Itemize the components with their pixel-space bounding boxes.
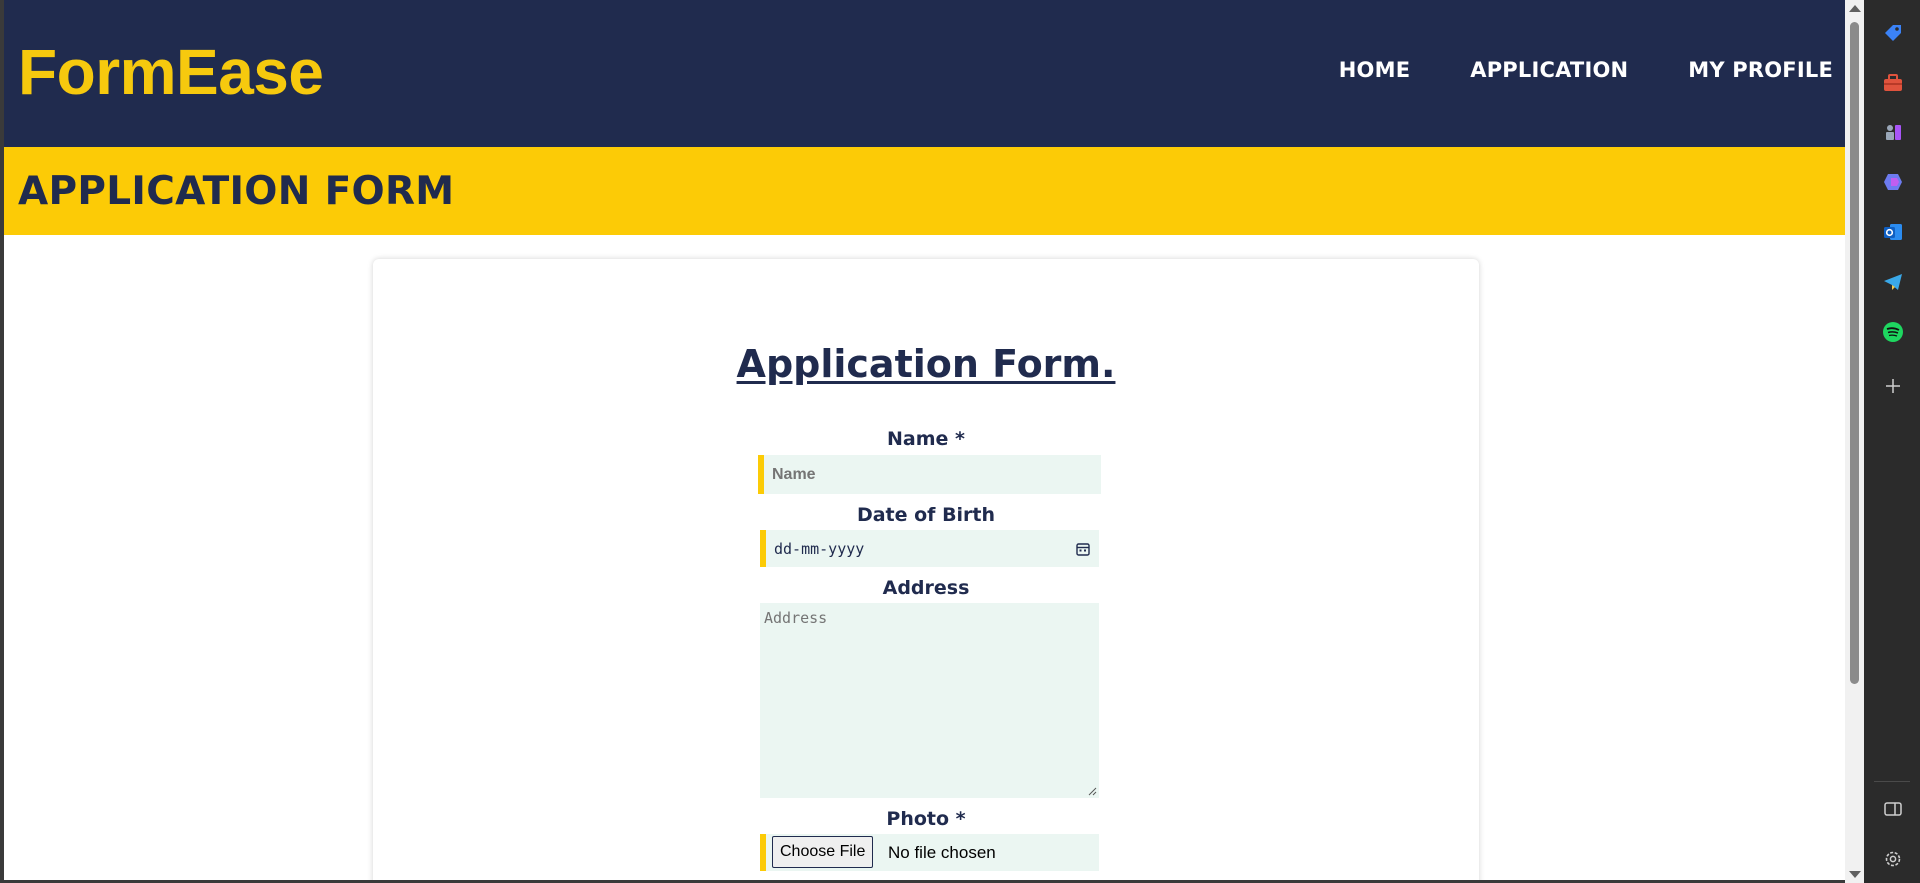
scroll-up-arrow-icon[interactable] bbox=[1849, 5, 1861, 12]
name-label: Name * bbox=[887, 428, 965, 450]
tag-icon[interactable] bbox=[1882, 22, 1904, 44]
settings-icon[interactable] bbox=[1882, 848, 1904, 870]
main-nav: HOME APPLICATION MY PROFILE bbox=[1339, 58, 1833, 82]
edge-sidebar bbox=[1864, 0, 1920, 883]
dob-placeholder: dd-mm-yyyy bbox=[774, 539, 865, 558]
dob-label: Date of Birth bbox=[856, 504, 996, 526]
scroll-down-arrow-icon[interactable] bbox=[1849, 871, 1861, 878]
toolbox-icon[interactable] bbox=[1882, 72, 1904, 94]
dob-date-input[interactable]: dd-mm-yyyy bbox=[760, 530, 1099, 567]
outlook-icon[interactable] bbox=[1882, 221, 1904, 243]
telegram-icon[interactable] bbox=[1882, 271, 1904, 293]
sidebar-divider bbox=[1874, 781, 1910, 782]
split-screen-icon[interactable] bbox=[1882, 798, 1904, 820]
application-form-card: Application Form. Name * Name Date of Bi… bbox=[373, 259, 1479, 880]
nav-my-profile-link[interactable]: MY PROFILE bbox=[1688, 58, 1833, 82]
plus-icon[interactable] bbox=[1882, 375, 1904, 397]
resize-grip-icon[interactable] bbox=[1087, 786, 1097, 796]
name-input[interactable]: Name bbox=[758, 455, 1101, 494]
address-label: Address bbox=[882, 577, 970, 599]
file-status-text: No file chosen bbox=[888, 843, 996, 862]
photo-file-input[interactable]: Choose File No file chosen bbox=[760, 834, 1099, 871]
choose-file-button[interactable]: Choose File bbox=[772, 836, 874, 868]
address-textarea[interactable]: Address bbox=[760, 603, 1099, 798]
brand-logo[interactable]: FormEase bbox=[18, 36, 324, 108]
page-title: APPLICATION FORM bbox=[18, 169, 455, 214]
scrollbar-thumb[interactable] bbox=[1850, 22, 1859, 684]
site-header: FormEase HOME APPLICATION MY PROFILE bbox=[4, 0, 1845, 147]
page-banner: APPLICATION FORM bbox=[4, 147, 1845, 235]
address-placeholder: Address bbox=[764, 609, 828, 627]
nav-home-link[interactable]: HOME bbox=[1339, 58, 1410, 82]
page-scrollbar[interactable] bbox=[1845, 0, 1864, 883]
nav-application-link[interactable]: APPLICATION bbox=[1470, 58, 1628, 82]
name-placeholder: Name bbox=[772, 465, 816, 483]
calendar-icon[interactable] bbox=[1075, 541, 1091, 557]
spotify-icon[interactable] bbox=[1882, 321, 1904, 343]
copilot-icon[interactable] bbox=[1882, 171, 1904, 193]
browser-viewport: FormEase HOME APPLICATION MY PROFILE APP… bbox=[4, 0, 1845, 880]
form-title: Application Form. bbox=[736, 342, 1116, 386]
photo-label: Photo * bbox=[886, 808, 966, 830]
chess-icon[interactable] bbox=[1882, 121, 1904, 143]
